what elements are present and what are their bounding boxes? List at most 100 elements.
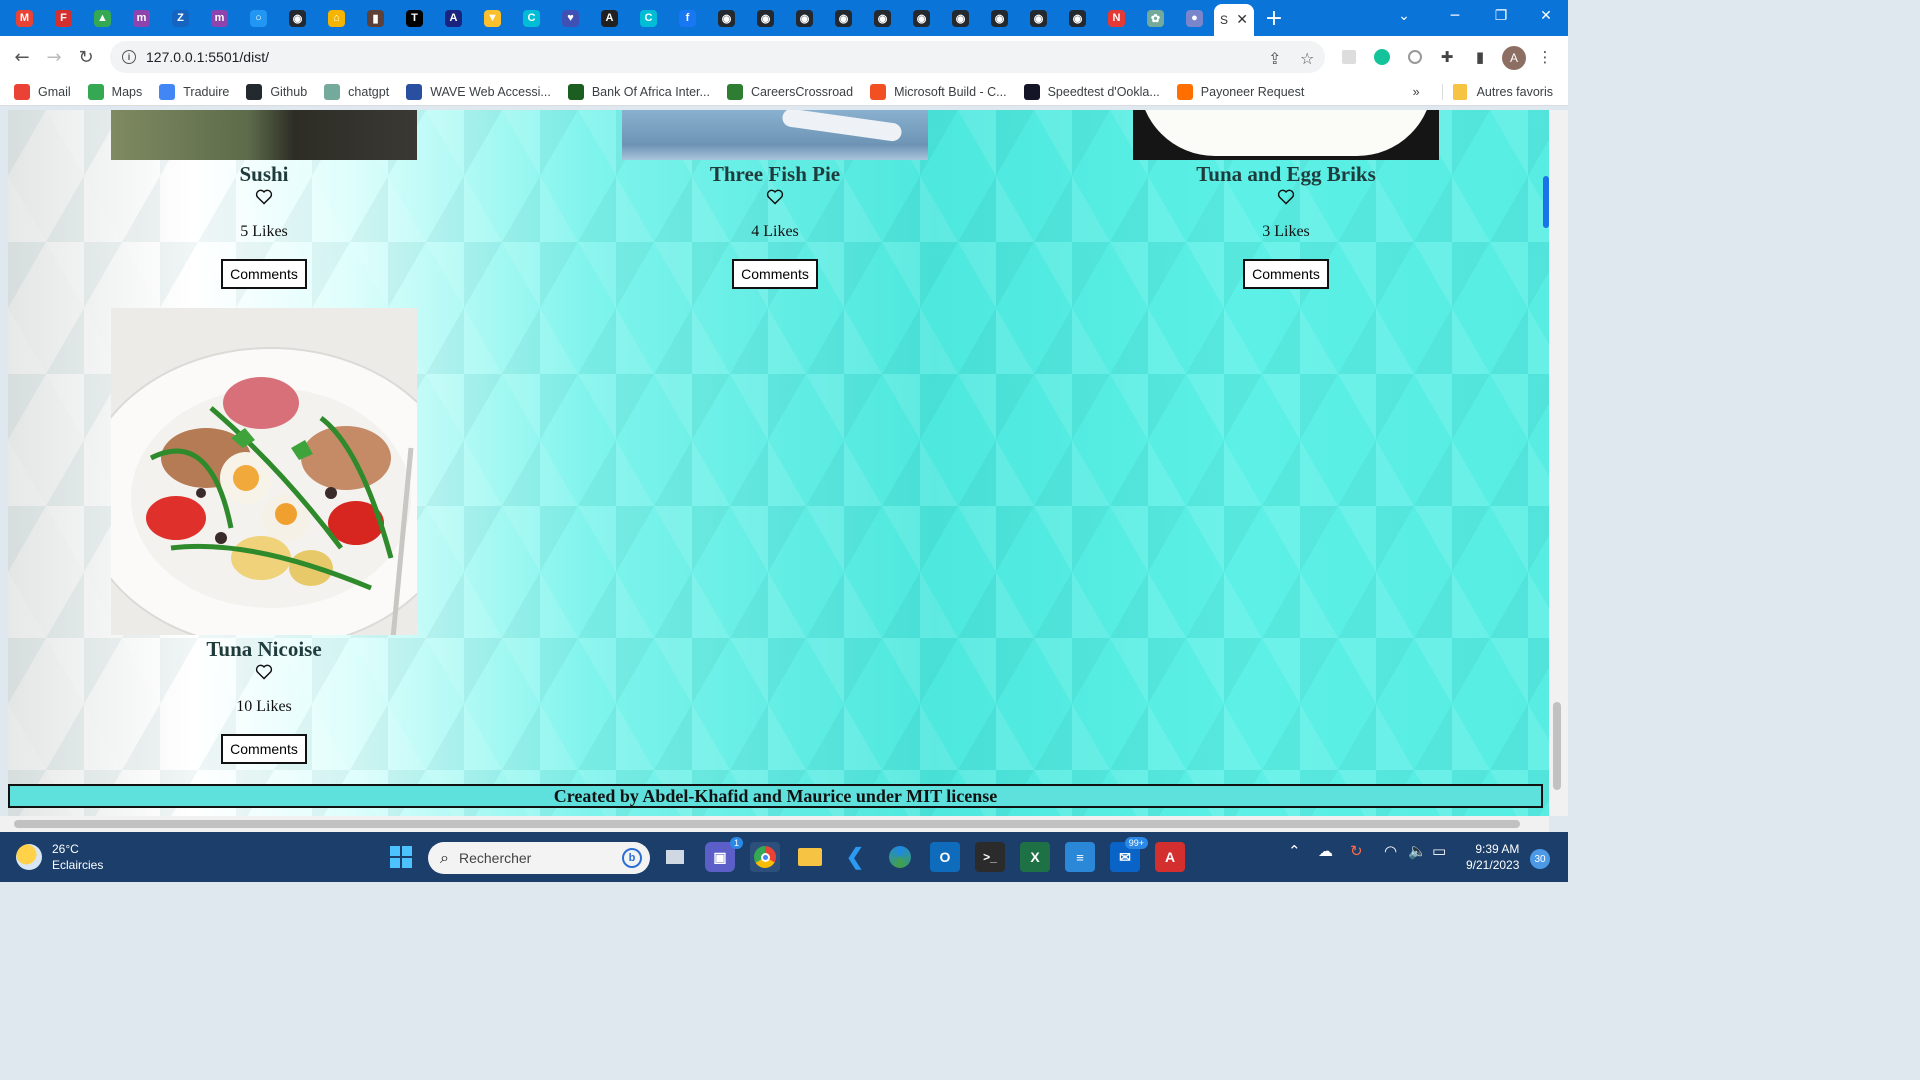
browser-tab[interactable]: ◉ (707, 0, 746, 36)
browser-tab[interactable]: ▮ (356, 0, 395, 36)
site-info-icon[interactable]: i (122, 50, 136, 64)
new-tab-button[interactable]: + (1254, 6, 1294, 31)
taskbar-search[interactable]: ⌕ Rechercher b (428, 842, 650, 874)
browser-tab[interactable]: ◉ (278, 0, 317, 36)
browser-tab[interactable]: ◉ (1019, 0, 1058, 36)
browser-tab[interactable]: C (629, 0, 668, 36)
bookmark-item[interactable]: chatgpt (324, 83, 389, 100)
side-panel-icon[interactable]: ▮ (1469, 46, 1491, 68)
grammarly-icon[interactable] (1371, 46, 1393, 68)
browser-tab[interactable]: ○ (239, 0, 278, 36)
start-windows-icon[interactable] (386, 842, 416, 872)
like-heart-icon[interactable] (255, 664, 273, 680)
wifi-icon[interactable]: ◠ (1384, 842, 1397, 860)
forward-button[interactable]: → (38, 47, 70, 68)
chrome-icon[interactable] (750, 842, 780, 872)
extensions-puzzle-icon[interactable]: ✚ (1436, 46, 1458, 68)
browser-tab[interactable]: ✿ (1136, 0, 1175, 36)
system-clock[interactable]: 9:39 AM 9/21/2023 (1466, 841, 1519, 873)
extension-icon[interactable] (1338, 46, 1360, 68)
acrobat-icon[interactable]: A (1155, 842, 1185, 872)
mail-icon[interactable]: ✉ 99+ (1110, 837, 1148, 872)
browser-tab[interactable]: F (44, 0, 83, 36)
back-button[interactable]: ← (6, 47, 38, 68)
browser-tab[interactable]: ◉ (785, 0, 824, 36)
file-explorer-icon[interactable] (795, 842, 825, 872)
notepad-icon[interactable]: ≡ (1065, 842, 1095, 872)
outlook-icon[interactable]: O (930, 842, 960, 872)
vertical-scrollbar[interactable] (1549, 110, 1568, 816)
other-bookmarks[interactable]: Autres favoris (1477, 85, 1553, 99)
browser-tab[interactable]: ▼ (473, 0, 512, 36)
close-window-button[interactable]: ✕ (1524, 0, 1568, 32)
bookmarks-more-icon[interactable]: » (1413, 85, 1420, 99)
show-hidden-icons[interactable]: ⌃ (1288, 842, 1301, 860)
volume-icon[interactable]: 🔈 (1408, 842, 1427, 860)
browser-tab[interactable]: m (200, 0, 239, 36)
minimize-button[interactable]: ─ (1432, 0, 1478, 32)
close-tab-icon[interactable]: ✕ (1236, 12, 1248, 28)
browser-tab[interactable]: Z (161, 0, 200, 36)
bookmark-item[interactable]: Speedtest d'Ookla... (1023, 83, 1160, 100)
browser-tab[interactable]: C (512, 0, 551, 36)
browser-tab[interactable]: ◉ (902, 0, 941, 36)
scrollbar-thumb[interactable] (14, 820, 1520, 828)
browser-tab[interactable]: ◉ (941, 0, 980, 36)
bookmark-item[interactable]: Gmail (14, 83, 71, 100)
terminal-icon[interactable]: >_ (975, 842, 1005, 872)
address-bar[interactable]: i 127.0.0.1:5501/dist/ ⇪ ☆ (110, 41, 1325, 73)
browser-tab[interactable]: ◉ (746, 0, 785, 36)
restore-button[interactable]: ❐ (1478, 0, 1524, 32)
task-view-icon[interactable] (660, 842, 690, 872)
browser-tab[interactable]: M (5, 0, 44, 36)
edge-icon[interactable] (885, 842, 915, 872)
browser-tab[interactable]: ● (1175, 0, 1214, 36)
horizontal-scrollbar[interactable] (0, 816, 1549, 832)
browser-tab[interactable]: A (434, 0, 473, 36)
browser-tab[interactable]: f (668, 0, 707, 36)
bookmark-star-icon[interactable]: ☆ (1300, 49, 1314, 68)
bookmark-item[interactable]: Traduire (159, 83, 229, 100)
bookmark-item[interactable]: Github (246, 83, 307, 100)
weather-widget[interactable]: 26°C Eclaircies (16, 841, 103, 873)
menu-kebab-icon[interactable]: ⋮ (1534, 46, 1556, 68)
bookmark-item[interactable]: Payoneer Request (1176, 83, 1304, 100)
tab-search-icon[interactable]: ⌄ (1388, 0, 1420, 32)
bing-icon[interactable]: b (622, 848, 642, 868)
profile-avatar[interactable]: A (1502, 46, 1526, 70)
browser-tab[interactable]: N (1097, 0, 1136, 36)
browser-tab[interactable]: ◉ (1058, 0, 1097, 36)
browser-tab[interactable]: ♥ (551, 0, 590, 36)
reload-button[interactable]: ↻ (70, 47, 102, 68)
comments-button[interactable]: Comments (732, 259, 818, 289)
notification-count[interactable]: 30 (1530, 849, 1550, 869)
comments-button[interactable]: Comments (1243, 259, 1329, 289)
url-text[interactable]: 127.0.0.1:5501/dist/ (146, 49, 269, 65)
active-tab[interactable]: S ✕ (1214, 4, 1254, 36)
browser-tab[interactable]: ◉ (980, 0, 1019, 36)
bookmark-item[interactable]: CareersCrossroad (726, 83, 853, 100)
share-icon[interactable]: ⇪ (1268, 49, 1281, 68)
like-heart-icon[interactable] (255, 189, 273, 205)
browser-tab[interactable]: m (122, 0, 161, 36)
browser-tab[interactable]: A (590, 0, 629, 36)
bookmark-item[interactable]: WAVE Web Accessi... (406, 83, 551, 100)
sync-icon[interactable]: ↻ (1350, 842, 1363, 860)
teams-icon[interactable]: ▣ 1 (705, 837, 743, 872)
bookmark-item[interactable]: Bank Of Africa Inter... (567, 83, 710, 100)
extension-icon[interactable] (1404, 46, 1426, 68)
browser-tab[interactable]: ⌂ (317, 0, 356, 36)
vscode-icon[interactable]: ❮ (840, 842, 870, 872)
comments-button[interactable]: Comments (221, 734, 307, 764)
comments-button[interactable]: Comments (221, 259, 307, 289)
battery-icon[interactable]: ▭ (1432, 842, 1446, 860)
scrollbar-thumb[interactable] (1553, 702, 1561, 790)
bookmarks-overflow[interactable]: » Autres favoris (1413, 78, 1568, 106)
browser-tab[interactable]: ▲ (83, 0, 122, 36)
browser-tab[interactable]: ◉ (824, 0, 863, 36)
browser-tab[interactable]: T (395, 0, 434, 36)
excel-icon[interactable]: X (1020, 842, 1050, 872)
like-heart-icon[interactable] (1277, 189, 1295, 205)
onedrive-icon[interactable]: ☁ (1318, 842, 1333, 860)
bookmark-item[interactable]: Microsoft Build - C... (870, 83, 1007, 100)
